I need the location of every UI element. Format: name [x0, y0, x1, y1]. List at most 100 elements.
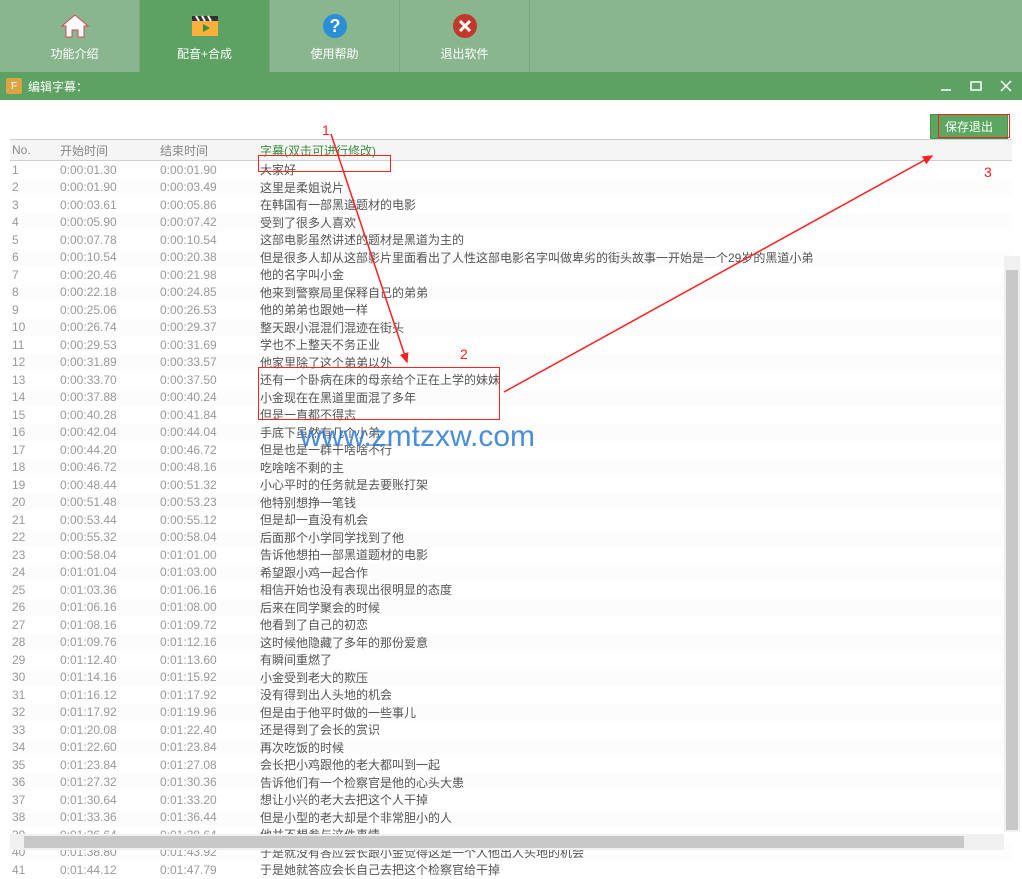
cell-start: 0:00:58.04 — [60, 548, 160, 562]
table-row[interactable]: 360:01:27.320:01:30.36告诉他们有一个检察官是他的心头大患 — [10, 774, 1012, 792]
cell-start: 0:00:29.53 — [60, 338, 160, 352]
cell-subtitle[interactable]: 他看到了自己的初恋 — [260, 616, 1012, 633]
table-row[interactable]: 370:01:30.640:01:33.20想让小兴的老大去把这个人干掉 — [10, 791, 1012, 809]
table-row[interactable]: 30:00:03.610:00:05.86在韩国有一部黑道题材的电影 — [10, 196, 1012, 214]
table-row[interactable]: 340:01:22.600:01:23.84再次吃饭的时候 — [10, 739, 1012, 757]
table-row[interactable]: 280:01:09.760:01:12.16这时候他隐藏了多年的那份爱意 — [10, 634, 1012, 652]
cell-end: 0:01:27.08 — [160, 758, 260, 772]
table-row[interactable]: 70:00:20.460:00:21.98他的名字叫小金 — [10, 266, 1012, 284]
col-header-no[interactable]: No. — [10, 143, 60, 157]
table-row[interactable]: 40:00:05.900:00:07.42受到了很多人喜欢 — [10, 214, 1012, 232]
cell-subtitle[interactable]: 告诉他想拍一部黑道题材的电影 — [260, 546, 1012, 563]
horizontal-scrollbar[interactable] — [10, 834, 1004, 850]
table-row[interactable]: 90:00:25.060:00:26.53他的弟弟也跟她一样 — [10, 301, 1012, 319]
cell-no: 3 — [10, 198, 60, 212]
table-row[interactable]: 380:01:33.360:01:36.44但是小型的老大却是个非常胆小的人 — [10, 809, 1012, 827]
table-row[interactable]: 20:00:01.900:00:03.49这里是柔姐说片 — [10, 179, 1012, 197]
table-row[interactable]: 250:01:03.360:01:06.16相信开始也没有表现出很明显的态度 — [10, 581, 1012, 599]
cell-subtitle[interactable]: 在韩国有一部黑道题材的电影 — [260, 196, 1012, 213]
cell-subtitle[interactable]: 但是却一直没有机会 — [260, 511, 1012, 528]
window-controls — [936, 76, 1016, 96]
app-icon: F — [6, 78, 22, 94]
cell-subtitle[interactable]: 整天跟小混混们混迹在街头 — [260, 319, 1012, 336]
cell-no: 30 — [10, 670, 60, 684]
cell-no: 38 — [10, 810, 60, 824]
cell-start: 0:00:26.74 — [60, 320, 160, 334]
cell-subtitle[interactable]: 但是很多人却从这部影片里面看出了人性这部电影名字叫做卑劣的街头故事一开始是一个2… — [260, 249, 1012, 266]
table-row[interactable]: 130:00:33.700:00:37.50还有一个卧病在床的母亲给个正在上学的… — [10, 371, 1012, 389]
close-button[interactable] — [996, 76, 1016, 96]
minimize-button[interactable] — [936, 76, 956, 96]
cell-subtitle[interactable]: 有瞬间重燃了 — [260, 651, 1012, 668]
cell-subtitle[interactable]: 于是她就答应会长自己去把这个检察官给干掉 — [260, 861, 1012, 878]
cell-subtitle[interactable]: 吃啥啥不剩的主 — [260, 459, 1012, 476]
cell-no: 33 — [10, 723, 60, 737]
toolbar-dub-synth[interactable]: 配音+合成 — [140, 0, 270, 72]
table-row[interactable]: 220:00:55.320:00:58.04后面那个小学同学找到了他 — [10, 529, 1012, 547]
cell-subtitle[interactable]: 相信开始也没有表现出很明显的态度 — [260, 581, 1012, 598]
table-row[interactable]: 140:00:37.880:00:40.24小金现在在黑道里面混了多年 — [10, 389, 1012, 407]
table-row[interactable]: 240:01:01.040:01:03.00希望跟小鸡一起合作 — [10, 564, 1012, 582]
cell-subtitle[interactable]: 小金受到老大的欺压 — [260, 669, 1012, 686]
cell-subtitle[interactable]: 希望跟小鸡一起合作 — [260, 564, 1012, 581]
cell-no: 41 — [10, 863, 60, 877]
table-row[interactable]: 290:01:12.400:01:13.60有瞬间重燃了 — [10, 651, 1012, 669]
cell-no: 5 — [10, 233, 60, 247]
col-header-end[interactable]: 结束时间 — [160, 142, 260, 159]
cell-subtitle[interactable]: 没有得到出人头地的机会 — [260, 686, 1012, 703]
table-row[interactable]: 300:01:14.160:01:15.92小金受到老大的欺压 — [10, 669, 1012, 687]
cell-subtitle[interactable]: 这里是柔姐说片 — [260, 179, 1012, 196]
cell-subtitle[interactable]: 这部电影虽然讲述的题材是黑道为主的 — [260, 231, 1012, 248]
table-row[interactable]: 310:01:16.120:01:17.92没有得到出人头地的机会 — [10, 686, 1012, 704]
toolbar-label: 退出软件 — [440, 45, 488, 62]
cell-subtitle[interactable]: 他的名字叫小金 — [260, 266, 1012, 283]
table-row[interactable]: 270:01:08.160:01:09.72他看到了自己的初恋 — [10, 616, 1012, 634]
cell-subtitle[interactable]: 但是由于他平时做的一些事儿 — [260, 704, 1012, 721]
table-row[interactable]: 200:00:51.480:00:53.23他特别想挣一笔钱 — [10, 494, 1012, 512]
cell-subtitle[interactable]: 会长把小鸡跟他的老大都叫到一起 — [260, 756, 1012, 773]
maximize-button[interactable] — [966, 76, 986, 96]
cell-subtitle[interactable]: 想让小兴的老大去把这个人干掉 — [260, 791, 1012, 808]
table-row[interactable]: 60:00:10.540:00:20.38但是很多人却从这部影片里面看出了人性这… — [10, 249, 1012, 267]
table-row[interactable]: 260:01:06.160:01:08.00后来在同学聚会的时候 — [10, 599, 1012, 617]
cell-subtitle[interactable]: 小心平时的任务就是去要账打架 — [260, 476, 1012, 493]
table-row[interactable]: 180:00:46.720:00:48.16吃啥啥不剩的主 — [10, 459, 1012, 477]
table-row[interactable]: 80:00:22.180:00:24.85他来到警察局里保释自己的弟弟 — [10, 284, 1012, 302]
cell-subtitle[interactable]: 他的弟弟也跟她一样 — [260, 301, 1012, 318]
cell-subtitle[interactable]: 还是得到了会长的赏识 — [260, 721, 1012, 738]
cell-subtitle[interactable]: 告诉他们有一个检察官是他的心头大患 — [260, 774, 1012, 791]
table-row[interactable]: 330:01:20.080:01:22.40还是得到了会长的赏识 — [10, 721, 1012, 739]
vertical-scrollbar[interactable] — [1004, 256, 1020, 832]
main-toolbar: 功能介绍 配音+合成 ? 使用帮助 退出软件 — [0, 0, 1022, 72]
cell-end: 0:00:29.37 — [160, 320, 260, 334]
cell-end: 0:01:22.40 — [160, 723, 260, 737]
cell-subtitle[interactable]: 学也不上整天不务正业 — [260, 336, 1012, 353]
table-row[interactable]: 110:00:29.530:00:31.69学也不上整天不务正业 — [10, 336, 1012, 354]
table-row[interactable]: 350:01:23.840:01:27.08会长把小鸡跟他的老大都叫到一起 — [10, 756, 1012, 774]
cell-subtitle[interactable]: 受到了很多人喜欢 — [260, 214, 1012, 231]
cell-subtitle[interactable]: 但是小型的老大却是个非常胆小的人 — [260, 809, 1012, 826]
toolbar-feature-intro[interactable]: 功能介绍 — [10, 0, 140, 72]
table-row[interactable]: 120:00:31.890:00:33.57他家里除了这个弟弟以外 — [10, 354, 1012, 372]
cell-subtitle[interactable]: 后来在同学聚会的时候 — [260, 599, 1012, 616]
table-row[interactable]: 10:00:01.300:00:01.90大家好 — [10, 161, 1012, 179]
cell-start: 0:00:31.89 — [60, 355, 160, 369]
toolbar-exit[interactable]: 退出软件 — [400, 0, 530, 72]
col-header-start[interactable]: 开始时间 — [60, 142, 160, 159]
toolbar-help[interactable]: ? 使用帮助 — [270, 0, 400, 72]
cell-subtitle[interactable]: 他来到警察局里保释自己的弟弟 — [260, 284, 1012, 301]
table-row[interactable]: 100:00:26.740:00:29.37整天跟小混混们混迹在街头 — [10, 319, 1012, 337]
cell-no: 25 — [10, 583, 60, 597]
table-row[interactable]: 410:01:44.120:01:47.79于是她就答应会长自己去把这个检察官给… — [10, 861, 1012, 879]
cell-end: 0:01:09.72 — [160, 618, 260, 632]
cell-subtitle[interactable]: 他特别想挣一笔钱 — [260, 494, 1012, 511]
table-row[interactable]: 210:00:53.440:00:55.12但是却一直没有机会 — [10, 511, 1012, 529]
table-row[interactable]: 190:00:48.440:00:51.32小心平时的任务就是去要账打架 — [10, 476, 1012, 494]
cell-subtitle[interactable]: 这时候他隐藏了多年的那份爱意 — [260, 634, 1012, 651]
cell-start: 0:01:30.64 — [60, 793, 160, 807]
table-row[interactable]: 230:00:58.040:01:01.00告诉他想拍一部黑道题材的电影 — [10, 546, 1012, 564]
cell-subtitle[interactable]: 再次吃饭的时候 — [260, 739, 1012, 756]
table-row[interactable]: 320:01:17.920:01:19.96但是由于他平时做的一些事儿 — [10, 704, 1012, 722]
cell-subtitle[interactable]: 后面那个小学同学找到了他 — [260, 529, 1012, 546]
table-row[interactable]: 50:00:07.780:00:10.54这部电影虽然讲述的题材是黑道为主的 — [10, 231, 1012, 249]
